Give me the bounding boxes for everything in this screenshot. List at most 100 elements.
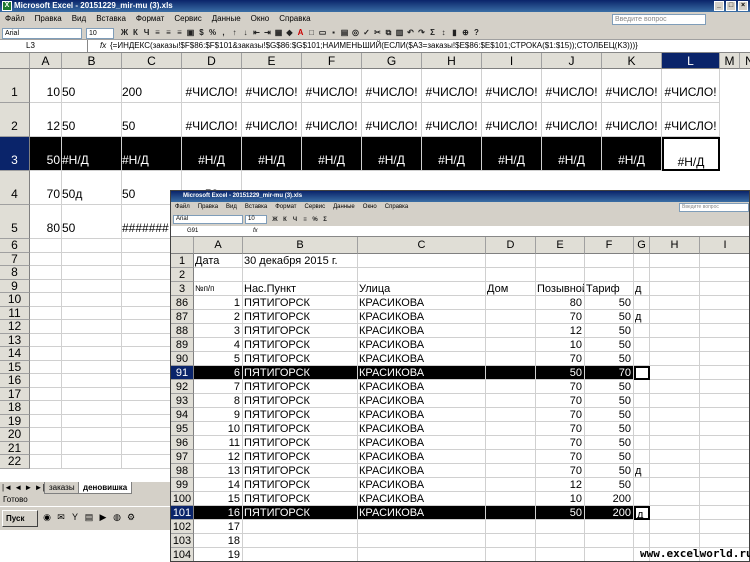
window2-cell[interactable]: 50 (536, 366, 585, 380)
cell[interactable]: #Н/Д (482, 137, 542, 171)
minimize-button[interactable]: _ (714, 1, 724, 11)
window2-cell[interactable] (486, 338, 536, 352)
cell[interactable] (62, 441, 122, 455)
window2-cell[interactable] (650, 478, 700, 492)
window2-column-header-C[interactable]: C (358, 237, 486, 254)
window2-cell[interactable] (700, 254, 749, 268)
cell[interactable]: 50 (62, 103, 122, 137)
menu-item[interactable]: Правка (30, 12, 67, 26)
menu-item[interactable]: Вставка (91, 12, 131, 26)
window2-row-header-93[interactable]: 93 (171, 394, 194, 408)
window2-row-header-89[interactable]: 89 (171, 338, 194, 352)
window2-cell[interactable]: КРАСИКОВА (358, 394, 486, 408)
column-header-C[interactable]: C (122, 53, 182, 69)
window2-cell[interactable]: КРАСИКОВА (358, 506, 486, 520)
window2-cell[interactable] (634, 394, 650, 408)
window2-cell[interactable]: 10 (194, 422, 243, 436)
window2-cell[interactable] (536, 520, 585, 534)
cell[interactable] (62, 293, 122, 307)
window2-italic-icon[interactable]: К (281, 215, 289, 225)
cell[interactable] (62, 347, 122, 361)
window2-cell[interactable]: 7 (194, 380, 243, 394)
window2-cell[interactable]: 14 (194, 478, 243, 492)
cell[interactable]: #ЧИСЛО! (542, 103, 602, 137)
window2-cell[interactable] (243, 268, 358, 282)
window2-cell[interactable] (650, 324, 700, 338)
window2-cell[interactable] (650, 380, 700, 394)
window2-menu-item[interactable]: Данные (329, 202, 359, 213)
cell[interactable] (62, 401, 122, 415)
window2-cell[interactable]: 50 (585, 296, 634, 310)
window2-cell[interactable]: КРАСИКОВА (358, 408, 486, 422)
row-header-1[interactable]: 1 (0, 69, 30, 103)
window2-cell[interactable]: ПЯТИГОРСК (243, 408, 358, 422)
window2-cell[interactable] (486, 520, 536, 534)
save-icon[interactable]: ▪ (329, 28, 338, 38)
cell[interactable] (30, 428, 62, 442)
cell[interactable] (62, 387, 122, 401)
column-header-A[interactable]: A (30, 53, 62, 69)
window2-cell[interactable] (634, 492, 650, 506)
window2-select-all[interactable] (171, 237, 194, 254)
window2-cell[interactable]: 50 (536, 506, 585, 520)
formula-input[interactable]: {=ИНДЕКС(заказы!$F$86:$F$101&заказы!$G$8… (110, 40, 740, 52)
paste-icon[interactable]: ▥ (395, 28, 404, 38)
menu-item[interactable]: Окно (246, 12, 275, 26)
cut-icon[interactable]: ✂ (373, 28, 382, 38)
window2-cell[interactable]: 50 (585, 478, 634, 492)
window2-cell[interactable] (486, 436, 536, 450)
borders-icon[interactable]: ▦ (274, 28, 283, 38)
cell[interactable]: 10 (30, 69, 62, 103)
window2-row-header-102[interactable]: 102 (171, 520, 194, 534)
window2-cell[interactable]: 70 (536, 464, 585, 478)
outdent-icon[interactable]: ⇤ (252, 28, 261, 38)
cell[interactable]: 50 (122, 103, 182, 137)
align-left-icon[interactable]: ≡ (153, 28, 162, 38)
window2-column-header-B[interactable]: B (243, 237, 358, 254)
window2-cell[interactable] (700, 338, 749, 352)
help-search-input[interactable]: Введите вопрос (612, 14, 706, 25)
cell[interactable] (30, 374, 62, 388)
window2-cell[interactable] (650, 366, 700, 380)
undo-icon[interactable]: ↶ (406, 28, 415, 38)
window2-cell[interactable] (486, 422, 536, 436)
window2-cell[interactable] (486, 310, 536, 324)
cell[interactable] (62, 320, 122, 334)
row-header-2[interactable]: 2 (0, 103, 30, 137)
window2-cell[interactable] (358, 268, 486, 282)
window2-cell[interactable]: 9 (194, 408, 243, 422)
window2-row-header-86[interactable]: 86 (171, 296, 194, 310)
window2-cell[interactable]: №п/п (194, 282, 243, 296)
window2-cell[interactable]: ПЯТИГОРСК (243, 464, 358, 478)
cell[interactable] (30, 414, 62, 428)
window2-cell[interactable]: ПЯТИГОРСК (243, 366, 358, 380)
window2-row-header-99[interactable]: 99 (171, 478, 194, 492)
window2-cell[interactable] (634, 408, 650, 422)
window2-cell[interactable]: 70 (536, 310, 585, 324)
window2-row-header-91[interactable]: 91 (171, 366, 194, 380)
cell[interactable]: #ЧИСЛО! (422, 103, 482, 137)
row-header-20[interactable]: 20 (0, 428, 30, 442)
window2-cell[interactable]: ПЯТИГОРСК (243, 492, 358, 506)
window2-cell[interactable]: 50 (585, 338, 634, 352)
cell[interactable]: 200 (122, 69, 182, 103)
font-size-select[interactable]: 10 (86, 28, 114, 39)
column-header-H[interactable]: H (422, 53, 482, 69)
copy-icon[interactable]: ⧉ (384, 28, 393, 38)
window2-cell[interactable] (700, 506, 749, 520)
tab-orders[interactable]: заказы (44, 482, 80, 494)
app-icon[interactable]: ◍ (112, 512, 122, 524)
window2-cell[interactable]: КРАСИКОВА (358, 324, 486, 338)
window2-align-icon[interactable]: ≡ (301, 215, 309, 225)
window2-cell[interactable] (650, 352, 700, 366)
cell[interactable]: #ЧИСЛО! (602, 69, 662, 103)
window2-cell[interactable]: ПЯТИГОРСК (243, 296, 358, 310)
window2-cell[interactable] (486, 408, 536, 422)
menu-item[interactable]: Справка (274, 12, 315, 26)
window2-cell[interactable] (700, 408, 749, 422)
window2-cell[interactable]: ПЯТИГОРСК (243, 436, 358, 450)
align-right-icon[interactable]: ≡ (175, 28, 184, 38)
window2-cell[interactable] (634, 478, 650, 492)
row-header-18[interactable]: 18 (0, 401, 30, 415)
window2-column-header-G[interactable]: G (634, 237, 650, 254)
